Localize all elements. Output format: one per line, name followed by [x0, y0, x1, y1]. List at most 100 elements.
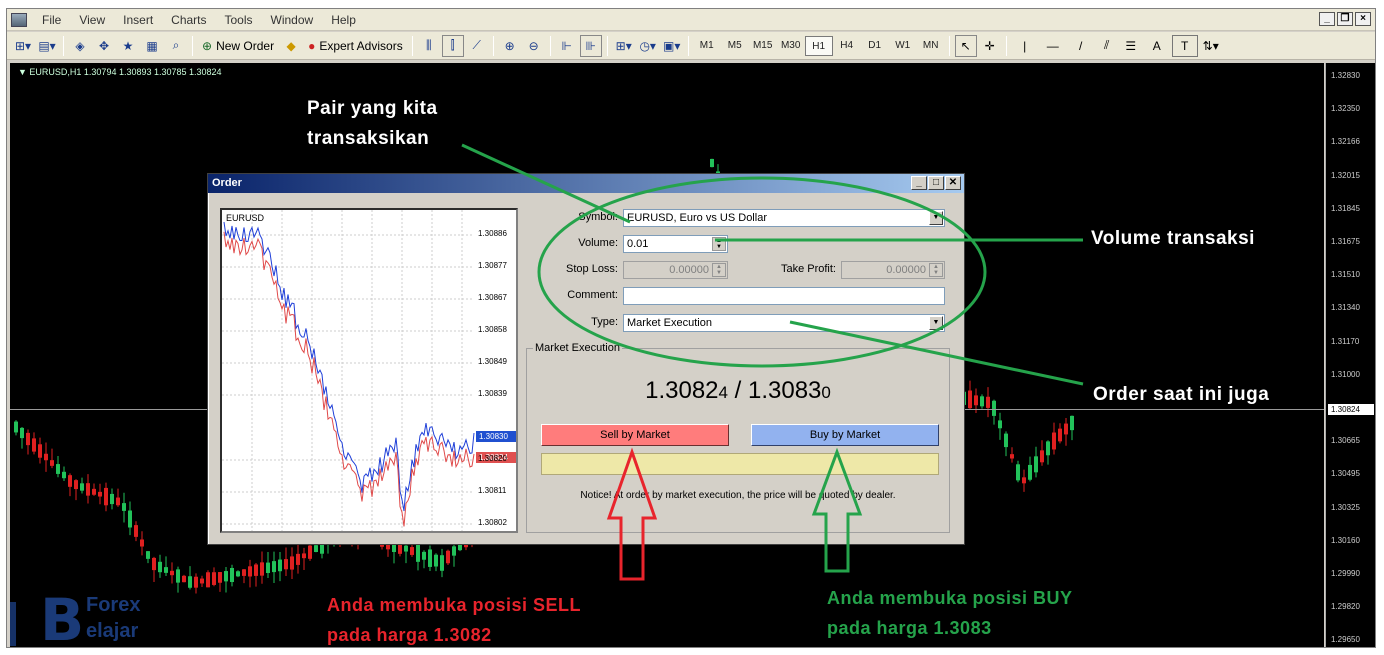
dialog-maximize-icon[interactable]: □ [928, 176, 944, 190]
candle-body [314, 545, 318, 553]
take-profit-input[interactable]: 0.00000 ▲ ▼ [841, 261, 945, 279]
comment-input[interactable] [623, 287, 945, 305]
ask-price-small-digit: 0 [821, 383, 831, 402]
market-watch-icon[interactable]: ◈ [69, 35, 91, 57]
candle-body [74, 480, 78, 490]
text-label-icon[interactable]: T [1171, 34, 1198, 57]
toolbar-separator [549, 35, 551, 56]
zoom-in-icon[interactable]: ⊕ [499, 35, 521, 57]
candle-body [44, 453, 48, 461]
timeframe-h1[interactable]: H1 [804, 35, 833, 56]
candle-body [158, 561, 162, 573]
timeframe-h4[interactable]: H4 [833, 36, 861, 56]
candle-body [110, 493, 114, 505]
menu-help[interactable]: Help [322, 13, 365, 27]
chevron-down-icon[interactable]: ▼ [929, 211, 943, 225]
new-order-button[interactable]: ⊕ New Order [198, 35, 278, 57]
data-window-icon[interactable]: ✥ [93, 35, 115, 57]
chart-shift-icon[interactable]: ⊪ [579, 34, 602, 57]
line-chart-icon[interactable]: ⟋ [466, 35, 488, 57]
trendline-icon[interactable]: / [1068, 35, 1094, 57]
indicators-icon[interactable]: ⊞▾ [613, 35, 635, 57]
menu-file[interactable]: File [33, 13, 70, 27]
auto-scroll-icon[interactable]: ⊩ [556, 35, 578, 57]
candle-body [170, 570, 174, 576]
candle-body [284, 559, 288, 570]
candle-body [254, 564, 258, 576]
candle-body [1004, 433, 1008, 448]
menu-window[interactable]: Window [262, 13, 323, 27]
chevron-down-icon[interactable]: ▼ [929, 316, 943, 330]
tick-axis-label: 1.30877 [478, 261, 507, 270]
sell-by-market-button[interactable]: Sell by Market [541, 424, 729, 446]
stop-loss-spinner-icon[interactable]: ▲ ▼ [712, 263, 726, 277]
dialog-close-icon[interactable]: ✕ [945, 176, 961, 190]
arrows-icon[interactable]: ⇅▾ [1200, 35, 1222, 57]
metaeditor-icon[interactable]: ◆ [280, 35, 302, 57]
terminal-icon[interactable]: ▦ [141, 35, 163, 57]
price-axis-label: 1.29990 [1331, 569, 1360, 578]
crosshair-icon[interactable]: ✛ [979, 35, 1001, 57]
cursor-icon[interactable]: ↖ [954, 34, 977, 57]
symbol-label: Symbol: [578, 211, 618, 223]
fibonacci-icon[interactable]: ☰ [1120, 35, 1142, 57]
periods-icon[interactable]: ◷▾ [637, 35, 659, 57]
symbol-select[interactable]: EURUSD, Euro vs US Dollar ▼ [623, 209, 945, 227]
volume-input[interactable]: 0.01 ▲ ▼ [623, 235, 728, 253]
candle-body [308, 545, 312, 559]
vertical-line-icon[interactable]: | [1012, 35, 1038, 57]
stop-loss-value: 0.00000 [669, 264, 709, 276]
horizontal-line-icon[interactable]: — [1040, 35, 1066, 57]
price-axis-label: 1.31340 [1331, 303, 1360, 313]
timeframe-m1[interactable]: M1 [693, 36, 721, 56]
buy-by-market-button[interactable]: Buy by Market [751, 424, 939, 446]
new-chart-icon[interactable]: ⊞▾ [12, 35, 34, 57]
annotation-buy-line1: Anda membuka posisi BUY [827, 588, 1073, 608]
menu-tools[interactable]: Tools [216, 13, 262, 27]
restore-icon[interactable]: ❐ [1337, 12, 1353, 26]
tick-axis-label: 1.30820 [478, 454, 507, 463]
menu-view[interactable]: View [70, 13, 114, 27]
zoom-out-icon[interactable]: ⊖ [523, 35, 545, 57]
channel-icon[interactable]: ⫽ [1096, 35, 1118, 57]
price-axis: 1.30824 1.32830 1.32350 1.32166 1.32015 1.31… [1325, 63, 1375, 647]
dialog-minimize-icon[interactable]: _ [911, 176, 927, 190]
candle-body [974, 395, 978, 406]
expert-advisors-button[interactable]: ● Expert Advisors [304, 35, 407, 57]
candlestick-icon[interactable]: ⫿ [441, 34, 464, 57]
bid-tick-line [223, 231, 475, 527]
minimize-icon[interactable]: _ [1319, 12, 1335, 26]
close-icon[interactable]: × [1355, 12, 1371, 26]
stop-loss-label: Stop Loss: [566, 263, 618, 275]
templates-icon[interactable]: ▣▾ [661, 35, 683, 57]
timeframe-d1[interactable]: D1 [861, 36, 889, 56]
menu-insert[interactable]: Insert [114, 13, 162, 27]
navigator-icon[interactable]: ★ [117, 35, 139, 57]
logo-bar-icon [10, 602, 38, 646]
strategy-tester-icon[interactable]: ⌕ [165, 35, 187, 57]
timeframe-m30[interactable]: M30 [777, 36, 805, 56]
price-axis-label: 1.31510 [1331, 270, 1360, 280]
take-profit-label: Take Profit: [780, 263, 836, 275]
candle-body [416, 544, 420, 562]
type-select[interactable]: Market Execution ▼ [623, 314, 945, 332]
bid-price: 1.3082 [645, 377, 719, 404]
bar-chart-icon[interactable]: ⫼ [418, 35, 440, 57]
timeframe-m5[interactable]: M5 [721, 36, 749, 56]
profiles-icon[interactable]: ▤▾ [36, 35, 58, 57]
stop-loss-input[interactable]: 0.00000 ▲ ▼ [623, 261, 728, 279]
timeframe-w1[interactable]: W1 [889, 36, 917, 56]
timeframe-mn[interactable]: MN [917, 36, 945, 56]
type-value: Market Execution [627, 317, 712, 329]
quote-separator: / [727, 377, 748, 404]
price-axis-label: 1.31845 [1331, 203, 1360, 213]
take-profit-spinner-icon[interactable]: ▲ ▼ [929, 263, 943, 277]
ask-price: 1.3083 [748, 377, 822, 404]
candle-body [146, 551, 150, 559]
dialog-title-bar[interactable]: Order _ □ ✕ [208, 174, 964, 193]
symbol-value: EURUSD, Euro vs US Dollar [627, 212, 767, 224]
timeframe-m15[interactable]: M15 [749, 36, 777, 56]
text-icon[interactable]: A [1144, 35, 1170, 57]
volume-spinner-icon[interactable]: ▲ ▼ [712, 237, 726, 251]
menu-charts[interactable]: Charts [162, 13, 215, 27]
